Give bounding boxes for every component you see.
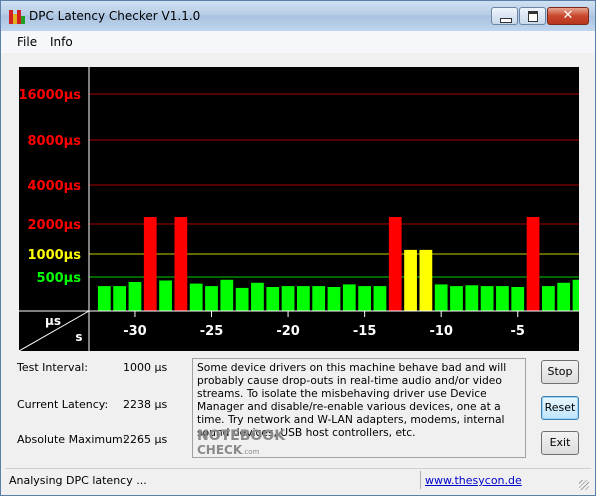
menu-info[interactable]: Info — [50, 35, 73, 49]
chart-bar — [526, 216, 540, 311]
chart-bar — [251, 282, 264, 311]
minimize-button[interactable] — [491, 7, 518, 25]
menu-file[interactable]: File — [17, 35, 37, 49]
menu-bar: File Info — [1, 31, 595, 53]
chart-bar — [342, 284, 356, 311]
absolute-maximum-label: Absolute Maximum: — [17, 433, 127, 446]
x-tick-label: -30 — [123, 324, 147, 339]
chart-bar — [557, 282, 571, 311]
exit-button[interactable]: Exit — [541, 431, 579, 455]
status-bar: Analysing DPC latency ... www.thesycon.d… — [5, 468, 591, 492]
website-link[interactable]: www.thesycon.de — [425, 474, 522, 487]
close-icon: ✕ — [562, 8, 574, 23]
window-title: DPC Latency Checker V1.1.0 — [29, 9, 201, 23]
chart-bar — [159, 280, 172, 311]
chart-bar — [296, 286, 310, 311]
watermark-logo-line2: CHECK.com — [197, 443, 259, 457]
resize-grip[interactable] — [579, 480, 589, 490]
chart-bar — [496, 286, 509, 311]
x-unit-label: s — [75, 330, 82, 344]
latency-chart: 16000µs 8000µs 4000µs 2000µs 1000µs 500µs -30 -… — [19, 67, 579, 351]
chart-bar — [143, 216, 157, 311]
y-unit-label: µs — [45, 314, 61, 328]
chart-bar — [388, 216, 402, 311]
chart-bar — [281, 286, 295, 311]
y-tick-label: 8000µs — [28, 134, 82, 149]
chart-bar — [174, 216, 188, 311]
chart-bar — [205, 286, 218, 311]
title-bar[interactable]: DPC Latency Checker V1.1.0 ✕ — [1, 1, 595, 31]
status-text: Analysing DPC latency ... — [9, 474, 147, 487]
y-tick-label: 1000µs — [28, 248, 82, 263]
absolute-maximum-value: 2265 µs — [123, 433, 168, 446]
stop-button[interactable]: Stop — [541, 360, 579, 384]
chart-bar — [97, 286, 111, 311]
y-tick-label: 500µs — [37, 271, 82, 286]
chart-bar — [404, 249, 417, 311]
test-interval-label: Test Interval: — [17, 361, 88, 374]
chart-bar — [358, 286, 372, 311]
current-latency-label: Current Latency: — [17, 398, 109, 411]
chart-bar — [266, 286, 280, 311]
x-tick-label: -5 — [511, 324, 525, 339]
maximize-icon — [528, 11, 538, 22]
x-tick-label: -20 — [276, 324, 300, 339]
chart-bar — [480, 286, 494, 311]
y-tick-label: 2000µs — [28, 218, 82, 233]
main-window: DPC Latency Checker V1.1.0 ✕ File Info 1… — [0, 0, 596, 496]
chart-bar — [189, 283, 203, 311]
app-bar-icon — [9, 8, 25, 24]
test-interval-value: 1000 µs — [123, 361, 168, 374]
watermark-logo-line1: NOTEBOOK — [197, 428, 286, 444]
minimize-icon — [500, 18, 512, 23]
chart-bar — [327, 286, 341, 311]
reset-button[interactable]: Reset — [541, 396, 579, 420]
chart-bar — [434, 284, 448, 311]
chart-bar — [511, 286, 525, 311]
chart-bar — [465, 285, 479, 311]
info-message-box: Some device drivers on this machine beha… — [192, 358, 526, 458]
watermark-logo-suffix: .com — [242, 448, 260, 456]
chart-bar — [419, 249, 433, 311]
current-latency-value: 2238 µs — [123, 398, 168, 411]
chart-bar — [450, 286, 463, 311]
watermark-logo-word: CHECK — [197, 443, 243, 457]
chart-bar — [312, 286, 326, 311]
x-tick-label: -10 — [429, 324, 453, 339]
y-tick-label: 16000µs — [19, 88, 81, 103]
chart-bar — [235, 287, 249, 311]
x-tick-label: -25 — [200, 324, 224, 339]
chart-bar — [572, 279, 579, 311]
status-divider — [420, 471, 421, 489]
close-button[interactable]: ✕ — [547, 7, 589, 25]
chart-bar — [113, 286, 127, 311]
chart-bar — [373, 286, 387, 311]
maximize-button[interactable] — [519, 7, 546, 25]
y-tick-label: 4000µs — [28, 179, 82, 194]
x-tick-label: -15 — [353, 324, 377, 339]
chart-bar — [220, 279, 234, 311]
chart-bar — [541, 286, 555, 311]
chart-bar — [128, 282, 142, 311]
